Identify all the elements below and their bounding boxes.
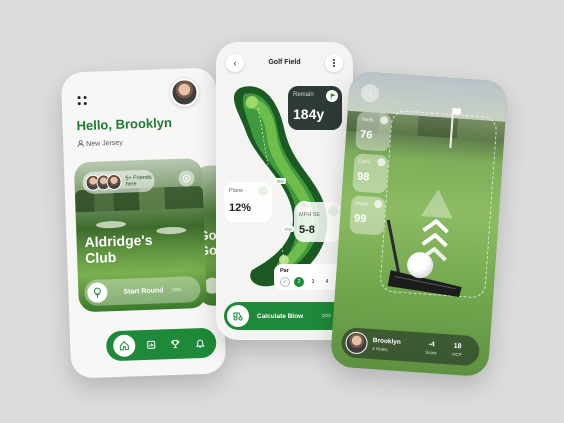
yards-card: Yards 76	[355, 111, 392, 152]
plane-label: Plane	[229, 188, 244, 194]
chevron-left-icon: ‹	[368, 88, 372, 99]
bunker	[95, 220, 127, 229]
calculate-blow-label: Calculate Blow	[257, 312, 304, 320]
friends-label: 5+ Friends here	[125, 174, 152, 188]
friends-badge[interactable]: 5+ Friends here	[82, 169, 155, 195]
chevrons-right-icon: >>>	[321, 312, 331, 320]
stat-value: 98	[356, 170, 370, 184]
hcp-value: 18	[453, 342, 462, 351]
par-option[interactable]: 3	[308, 277, 318, 287]
club-card[interactable]: 5+ Friends here Aldridge's Club Start Ro…	[73, 157, 207, 313]
play-button[interactable]	[178, 170, 195, 187]
home-icon[interactable]	[113, 334, 136, 358]
calculate-blow-button[interactable]: Calculate Blow >>>	[224, 302, 346, 330]
par-label: Par	[280, 268, 289, 274]
stat-label: Carry	[357, 158, 371, 166]
scorecard-icon[interactable]	[142, 336, 161, 355]
wind-label: MPH SE	[299, 212, 321, 218]
wind-icon	[328, 206, 338, 216]
flag-icon	[326, 90, 338, 102]
wind-value: 5-8	[299, 224, 315, 236]
remain-card: Remain 184y	[288, 86, 342, 130]
more-options-button[interactable]	[325, 54, 343, 72]
play-icon	[182, 174, 191, 183]
ruler-icon	[379, 116, 389, 125]
remain-value: 184y	[293, 106, 325, 122]
stat-value: 99	[353, 212, 367, 226]
hole-distance-label: 22ey	[284, 228, 292, 232]
golf-field-screen: ‹ Golf Field 18ey 22ey Remain 184y Plane…	[216, 42, 353, 340]
carry-icon	[376, 157, 386, 167]
greeting: Hello, Brooklyn	[76, 114, 173, 134]
home-screen: Hello, Brooklyn New Jersey Gol Go 5+ Fri…	[60, 67, 227, 379]
player-holes: 4 Holes	[372, 346, 388, 353]
score-label: Score	[425, 349, 438, 356]
slope-icon	[258, 186, 268, 196]
avatar[interactable]	[169, 78, 199, 107]
friend-avatar	[106, 173, 122, 191]
trophy-icon[interactable]	[166, 335, 185, 354]
plane-card: Plane 12%	[224, 182, 272, 222]
club-name: Aldridge's Club	[84, 231, 153, 267]
location: New Jersey	[77, 139, 123, 149]
start-round-label: Start Round	[123, 286, 164, 296]
avatar	[344, 331, 369, 355]
remain-label: Remain	[293, 92, 314, 98]
chevrons-right-icon: >>>	[171, 286, 181, 294]
carry-card: Carry 98	[352, 153, 389, 194]
par-option[interactable]: 2	[294, 277, 304, 287]
stat-value: 76	[359, 128, 373, 142]
user-icon	[77, 140, 84, 147]
menu-icon[interactable]	[75, 94, 89, 108]
start-round-button[interactable]: Start Round >>>	[83, 276, 201, 307]
hole-distance-label: 18ey	[276, 180, 284, 184]
par-option[interactable]: 4	[322, 277, 332, 287]
hcp-label: HCP	[452, 351, 462, 358]
par-option[interactable]: ✓	[280, 277, 290, 287]
bell-icon[interactable]	[191, 334, 210, 353]
location-label: New Jersey	[86, 139, 123, 148]
plane-value: 12%	[229, 202, 252, 214]
score-value: -4	[428, 340, 435, 349]
putt-screen: ‹ Yards 76 Carry 98 Angle 99 Brooklyn 4 …	[329, 70, 509, 378]
bottom-nav	[105, 327, 217, 362]
angle-icon	[374, 199, 383, 209]
stat-label: Yards	[360, 116, 375, 124]
golf-ball-tee-icon	[87, 282, 108, 303]
wind-card: MPH SE 5-8	[294, 202, 342, 242]
stat-label: Angle	[355, 200, 369, 208]
golf-cart-icon	[227, 305, 249, 327]
